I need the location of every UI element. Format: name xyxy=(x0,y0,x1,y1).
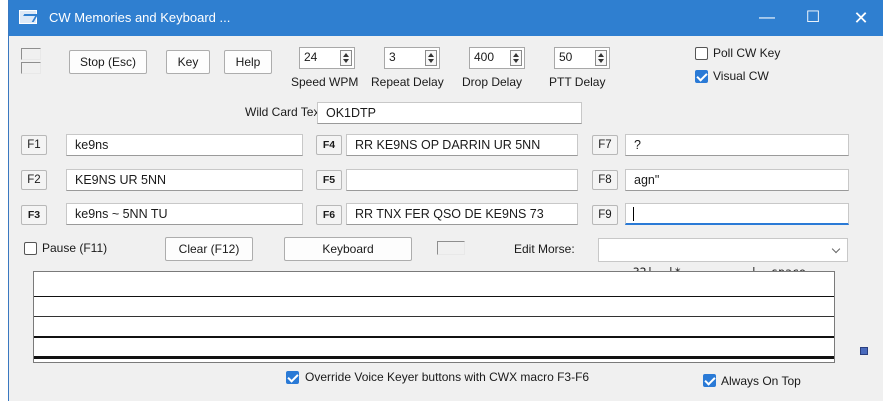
keyboard-button[interactable]: Keyboard xyxy=(284,237,412,261)
status-indicator-bottom xyxy=(21,62,41,74)
minimize-button[interactable]: — xyxy=(744,0,790,36)
cw-trace-line xyxy=(34,296,834,297)
drop-delay-spinner[interactable]: 400 xyxy=(469,47,525,69)
maximize-button[interactable]: ☐ xyxy=(790,0,836,36)
visual-cw-display xyxy=(33,271,835,363)
window-title: CW Memories and Keyboard ... xyxy=(49,10,231,25)
memory-key-f6[interactable]: F6 xyxy=(316,205,342,225)
text-cursor xyxy=(633,207,634,221)
repeat-delay-value: 3 xyxy=(389,50,396,64)
memory-key-f1[interactable]: F1 xyxy=(21,135,47,155)
memory-key-f3[interactable]: F3 xyxy=(21,205,47,225)
memory-key-f4[interactable]: F4 xyxy=(316,135,342,155)
memory-input-f3[interactable]: ke9ns ~ 5NN TU xyxy=(66,203,303,225)
wildcard-input[interactable]: OK1DTP xyxy=(317,102,582,124)
cw-trace-line xyxy=(34,316,834,317)
edit-morse-select[interactable]: 32| |* | space xyxy=(598,238,848,279)
pause-label: Pause (F11) xyxy=(42,241,108,255)
memory-input-f5[interactable] xyxy=(346,169,578,191)
override-voice-keyer-label: Override Voice Keyer buttons with CWX ma… xyxy=(305,370,590,384)
edit-morse-label: Edit Morse: xyxy=(514,242,575,256)
stop-button[interactable]: Stop (Esc) xyxy=(69,50,147,74)
wildcard-label: Wild Card Text: xyxy=(245,105,327,119)
repeat-delay-label: Repeat Delay xyxy=(371,75,444,89)
speed-wpm-label: Speed WPM xyxy=(291,75,359,89)
drop-delay-value: 400 xyxy=(474,50,495,64)
close-button[interactable]: ✕ xyxy=(838,0,883,36)
memory-input-f1[interactable]: ke9ns xyxy=(66,134,303,156)
speed-wpm-value: 24 xyxy=(304,50,318,64)
key-button[interactable]: Key xyxy=(166,50,210,74)
memory-input-f8[interactable]: agn" xyxy=(625,169,849,191)
poll-cw-key-label: Poll CW Key xyxy=(713,46,781,60)
keyboard-indicator xyxy=(437,241,465,255)
memory-key-f5[interactable]: F5 xyxy=(316,170,342,190)
chevron-down-icon[interactable] xyxy=(831,244,841,254)
title-bar[interactable]: CW Memories and Keyboard ... — ☐ ✕ xyxy=(9,0,883,36)
override-voice-keyer-checkbox[interactable] xyxy=(286,371,299,384)
spinner-arrows-icon[interactable] xyxy=(340,50,352,66)
memory-input-f2[interactable]: KE9NS UR 5NN xyxy=(66,169,303,191)
spinner-arrows-icon[interactable] xyxy=(595,50,607,66)
memory-key-f7[interactable]: F7 xyxy=(592,135,618,155)
poll-cw-key-checkbox[interactable] xyxy=(695,47,708,60)
drop-delay-label: Drop Delay xyxy=(462,75,523,89)
memory-key-f8[interactable]: F8 xyxy=(592,170,618,190)
visual-cw-label: Visual CW xyxy=(713,69,769,83)
always-on-top-label: Always On Top xyxy=(721,374,801,388)
clear-button[interactable]: Clear (F12) xyxy=(165,237,253,261)
memory-input-f7[interactable]: ? xyxy=(625,134,849,156)
pause-checkbox[interactable] xyxy=(24,242,37,255)
visual-cw-checkbox[interactable] xyxy=(695,70,708,83)
memory-input-f4[interactable]: RR KE9NS OP DARRIN UR 5NN xyxy=(346,134,578,156)
spinner-arrows-icon[interactable] xyxy=(510,50,522,66)
app-icon xyxy=(19,10,37,24)
help-button[interactable]: Help xyxy=(224,50,272,74)
cw-trace-line xyxy=(34,356,834,359)
ptt-delay-spinner[interactable]: 50 xyxy=(554,47,610,69)
memory-input-f6[interactable]: RR TNX FER QSO DE KE9NS 73 xyxy=(346,203,578,225)
memory-key-f9[interactable]: F9 xyxy=(592,205,618,225)
cw-trace-line xyxy=(34,336,834,338)
status-indicator-top xyxy=(21,48,41,60)
speed-wpm-spinner[interactable]: 24 xyxy=(299,47,355,69)
memory-input-f9[interactable] xyxy=(625,203,849,225)
ptt-delay-label: PTT Delay xyxy=(549,75,606,89)
repeat-delay-spinner[interactable]: 3 xyxy=(384,47,440,69)
spinner-arrows-icon[interactable] xyxy=(425,50,437,66)
always-on-top-checkbox[interactable] xyxy=(703,374,716,387)
resize-indicator xyxy=(860,347,868,355)
ptt-delay-value: 50 xyxy=(559,50,573,64)
memory-key-f2[interactable]: F2 xyxy=(21,170,47,190)
cw-memories-window: CW Memories and Keyboard ... — ☐ ✕ Stop … xyxy=(8,0,883,401)
